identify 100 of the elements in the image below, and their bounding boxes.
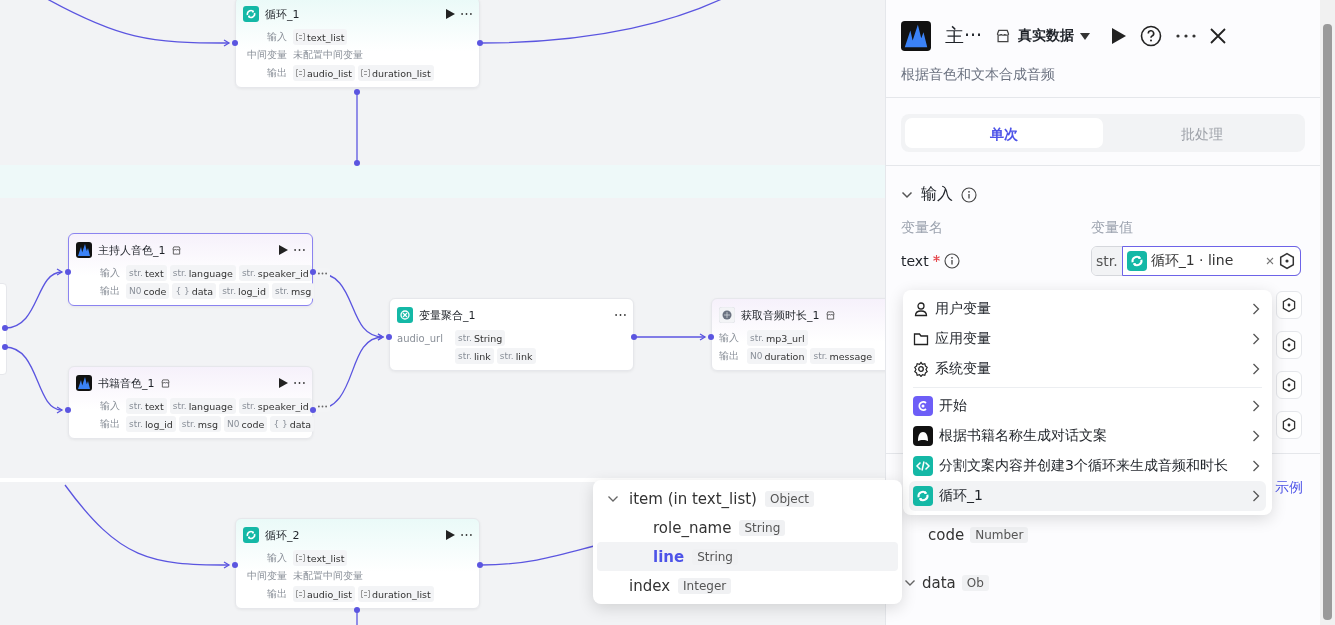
connector-line (634, 333, 706, 341)
chevron-right-icon (1252, 460, 1260, 472)
variable-picker-icon[interactable] (1281, 377, 1297, 393)
row-label: 输入 (99, 266, 120, 280)
port-dot[interactable] (232, 40, 238, 46)
tree-item[interactable]: line String (597, 542, 898, 571)
more-icon[interactable] (461, 533, 472, 537)
chevron-down-icon[interactable] (904, 579, 916, 587)
caret-icon[interactable] (1080, 32, 1091, 40)
type-prefix: str. (172, 268, 187, 278)
port-dot[interactable] (65, 269, 71, 275)
tag-label: log_id (238, 285, 266, 297)
tag-label: msg (197, 418, 219, 430)
chevron-down-icon[interactable] (901, 190, 913, 199)
variable-picker-button[interactable] (1276, 291, 1302, 319)
more-icon[interactable] (294, 381, 305, 385)
variable-picker-icon[interactable] (1281, 297, 1297, 313)
section-title: 输入 (921, 184, 953, 205)
tag-label: text (144, 267, 164, 279)
info-icon[interactable] (943, 253, 960, 269)
variable-reference[interactable]: 循环_1 · line (1121, 246, 1301, 276)
tag-label: text_list (307, 552, 345, 564)
play-icon[interactable] (1112, 28, 1127, 44)
tree-item[interactable]: role_name String (597, 513, 898, 542)
play-icon[interactable] (279, 245, 288, 255)
tag-label: duration (764, 350, 805, 362)
more-icon[interactable] (461, 12, 472, 16)
node-title: 变量聚合_1 (419, 307, 476, 323)
row-label: 输出 (99, 284, 120, 298)
workflow-node[interactable]: 循环_2 输入 text_list 中间变量 未配置中间变量 输出 audio_list duration_list (235, 518, 480, 609)
field-name: item (in text_list) (629, 489, 757, 508)
chevron-right-icon (1252, 333, 1260, 345)
port-dot[interactable] (65, 407, 71, 413)
tag-label: mp3_url (765, 332, 805, 344)
port-dot[interactable] (354, 89, 360, 95)
variable-picker-icon[interactable] (1281, 417, 1297, 433)
variable-picker-icon[interactable] (1281, 337, 1297, 353)
store-icon[interactable] (996, 29, 1011, 43)
chevron-down-icon[interactable] (607, 494, 619, 503)
port-dot[interactable] (310, 407, 316, 413)
tree-item[interactable]: index Integer (597, 571, 898, 600)
node-title: 循环_2 (265, 527, 300, 543)
variable-picker-icon[interactable] (1278, 252, 1296, 270)
more-icon[interactable] (294, 248, 305, 252)
node-title: 循环_1 (265, 6, 300, 22)
play-icon[interactable] (446, 9, 455, 19)
type-badge: Object (764, 490, 815, 507)
type-prefix: N0 (750, 351, 763, 361)
menu-item[interactable]: 开始 (909, 391, 1266, 421)
more-icon[interactable] (615, 313, 626, 317)
spikes-icon (76, 375, 92, 391)
help-icon[interactable] (1140, 25, 1163, 47)
tag-label: text_list (307, 31, 345, 43)
more-icon[interactable] (1176, 34, 1197, 38)
port-dot[interactable] (477, 40, 483, 46)
tag-label: audio_list (307, 588, 353, 600)
menu-item[interactable]: 分割文案内容并创建3个循环来生成音频和时长 (909, 451, 1266, 481)
play-icon[interactable] (279, 378, 288, 388)
empty-note: 未配置中间变量 (293, 569, 363, 583)
play-icon[interactable] (446, 530, 455, 540)
port-dot[interactable] (232, 562, 238, 568)
port-dot[interactable] (708, 334, 714, 340)
output-name: code (928, 526, 965, 544)
scrollbar[interactable] (1320, 0, 1335, 625)
field-name: role_name (653, 518, 732, 537)
port-dot[interactable] (354, 607, 360, 613)
variable-picker-button[interactable] (1276, 331, 1302, 359)
clear-icon[interactable] (1266, 257, 1274, 265)
type-prefix: str. (1092, 247, 1122, 275)
port-dot[interactable] (631, 334, 637, 340)
port-dot[interactable] (386, 334, 392, 340)
port-dot[interactable] (2, 344, 8, 350)
row-label: 中间变量 (246, 48, 287, 62)
menu-item[interactable]: 循环_1 (909, 481, 1266, 511)
mode-tab[interactable]: 单次 (905, 118, 1103, 148)
variable-picker-button[interactable] (1276, 411, 1302, 439)
loop-icon (913, 486, 933, 506)
type-prefix: str. (181, 419, 196, 429)
output-name: data (922, 574, 956, 592)
tag-label: text (144, 400, 164, 412)
example-link[interactable]: 示例 (1275, 479, 1303, 497)
port-dot[interactable] (477, 562, 483, 568)
workflow-node[interactable]: 变量聚合_1 audio_url str. String str. link str. link (389, 298, 634, 371)
workflow-node[interactable]: 循环_1 输入 text_list 中间变量 未配置中间变量 输出 audio_list duration_list (235, 0, 480, 88)
type-prefix: str. (241, 268, 256, 278)
menu-item[interactable]: 根据书籍名称生成对话文案 (909, 421, 1266, 451)
data-mode-dropdown[interactable]: 真实数据 (1018, 27, 1091, 45)
port-dot[interactable] (354, 160, 360, 166)
settings-icon (913, 361, 929, 377)
port-dot[interactable] (310, 269, 316, 275)
port-dot[interactable] (2, 325, 8, 331)
field-name: line (653, 547, 685, 566)
info-icon[interactable] (961, 186, 977, 203)
loop-icon (243, 527, 259, 543)
type-prefix: str. (172, 401, 187, 411)
tree-item[interactable]: item (in text_list) Object (597, 484, 898, 513)
close-icon[interactable] (1210, 28, 1227, 44)
scrollbar-thumb[interactable] (1323, 24, 1332, 620)
tag-label: code (143, 285, 167, 297)
variable-picker-button[interactable] (1276, 371, 1302, 399)
